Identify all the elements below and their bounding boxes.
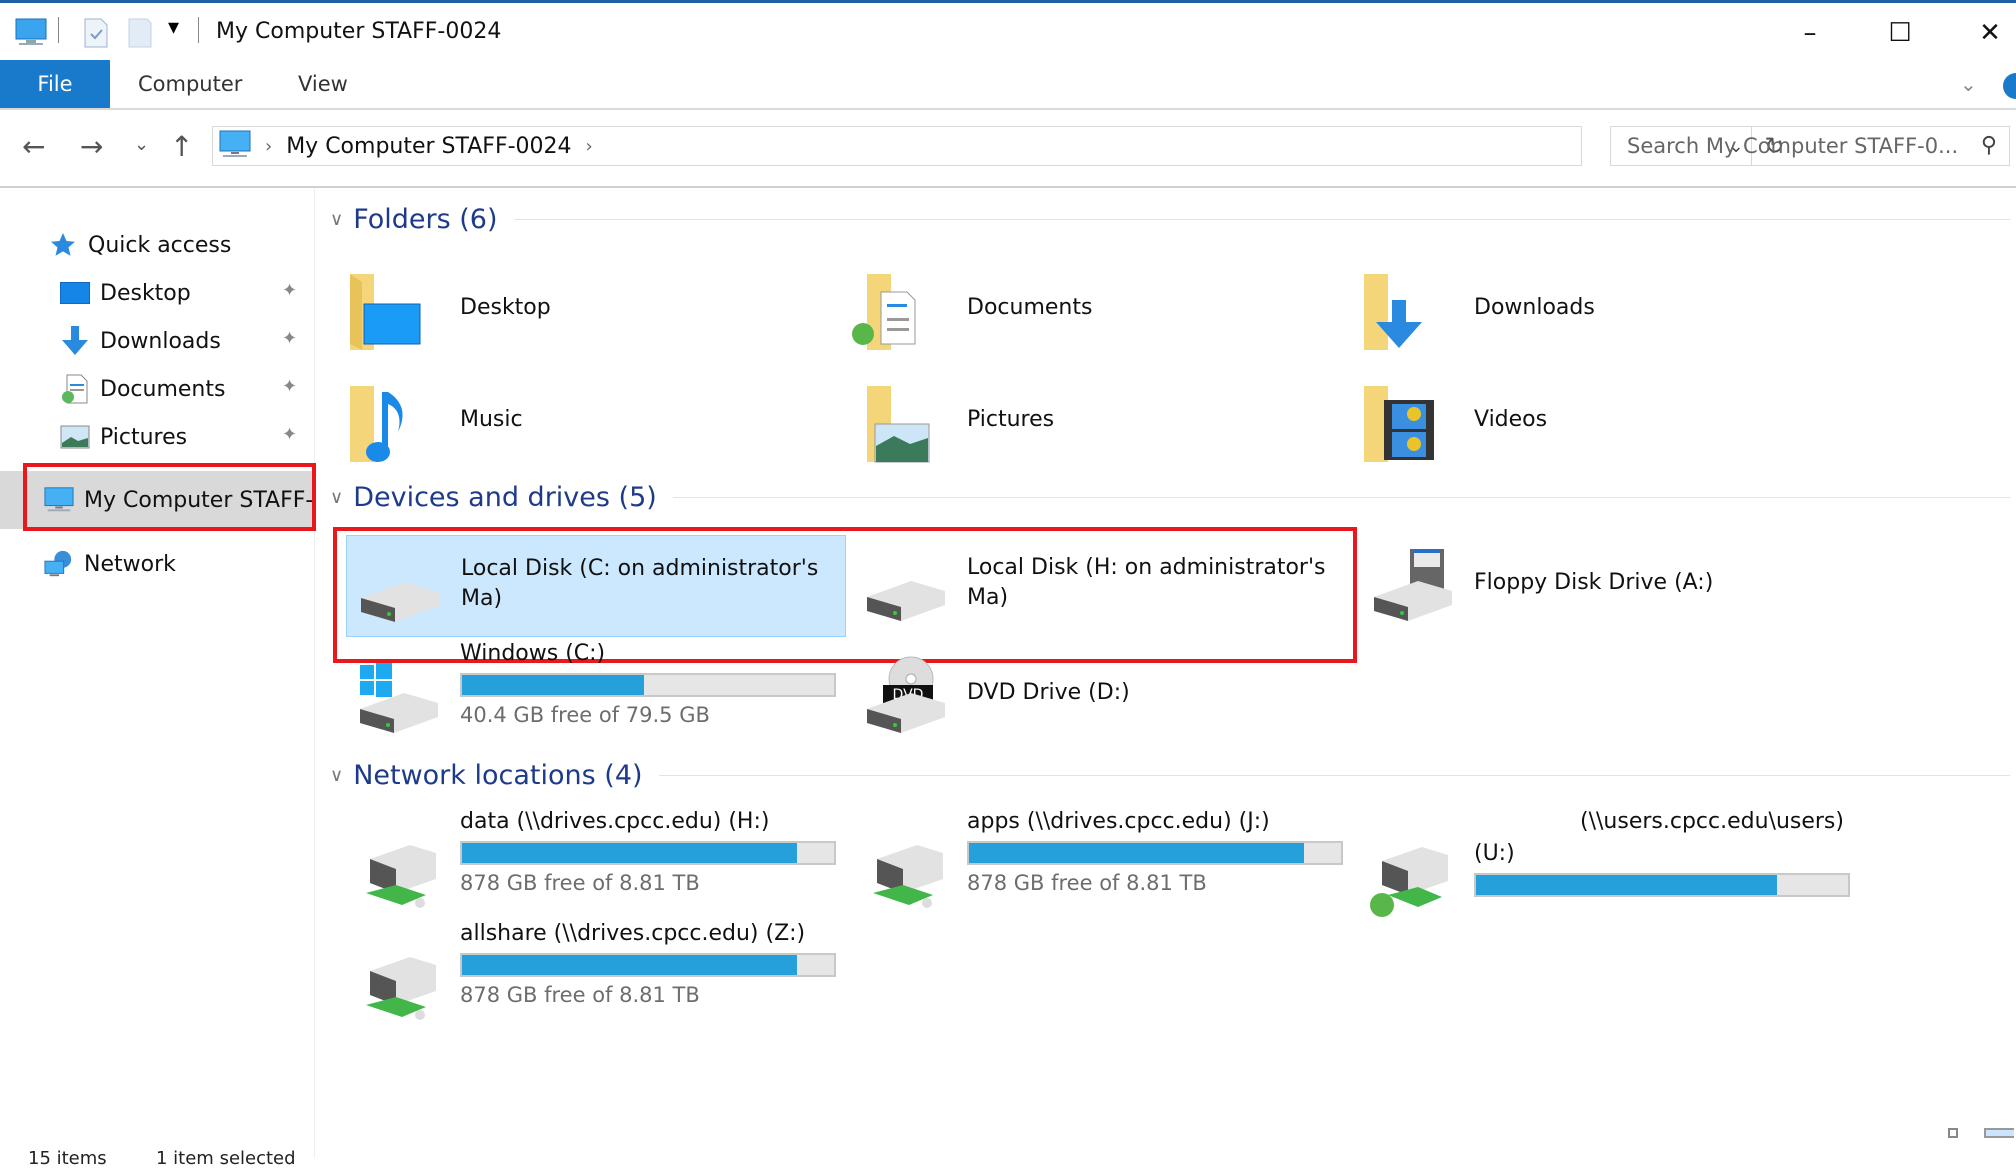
group-divider [658,775,2010,776]
sidebar-item-pictures[interactable]: Pictures [60,416,187,458]
drive-usage-bar [460,841,836,865]
forward-button[interactable]: → [80,130,103,163]
videos-folder-icon [1364,386,1434,462]
drive-usage-bar [460,953,836,977]
navigation-pane: Quick access Desktop ✦ Downloads ✦ Docum… [0,188,316,1158]
address-bar[interactable]: › My Computer STAFF-0024 › ⌄ ↻ [212,126,1785,166]
folder-pictures[interactable]: Pictures [823,372,1323,472]
drive-usage-fill [462,955,797,975]
star-icon [48,230,78,260]
drive-usage-fill [462,843,797,863]
pictures-icon [60,422,90,452]
selection-count: 1 item selected [156,1148,296,1169]
network-drive-icon [366,957,436,1020]
new-folder-icon[interactable] [126,17,154,53]
tab-file[interactable]: File [0,60,110,108]
recent-locations-button[interactable]: ⌄ [134,134,149,155]
breadcrumb-separator: › [265,135,273,157]
status-bar: 15 items 1 item selected [0,1128,2016,1169]
search-placeholder: Search My Computer STAFF-0... [1627,134,1959,158]
ribbon-tabs: File Computer View ⌄ [0,60,2016,110]
tab-view[interactable]: View [268,60,378,108]
pin-icon[interactable]: ✦ [282,424,297,445]
windows-drive-icon [360,663,438,733]
drive-usage-bar [460,673,836,697]
breadcrumb-separator[interactable]: › [586,136,593,157]
drive-usage-bar [967,841,1343,865]
group-divider [513,219,2010,220]
documents-folder-icon [852,274,916,350]
network-drive-icon [873,845,943,908]
back-button[interactable]: ← [22,130,45,163]
pin-icon[interactable]: ✦ [282,376,297,397]
toolbar-divider [58,17,59,43]
collapse-chevron-icon[interactable]: ∨ [330,209,343,230]
search-input[interactable]: Search My Computer STAFF-0... ⚲ [1610,126,2010,166]
drive-floppy-a[interactable]: Floppy Disk Drive (A:) [1360,535,1860,635]
downloads-folder-icon [1364,274,1422,350]
sidebar-item-network[interactable]: Network [44,543,176,585]
up-button[interactable]: ↑ [170,130,193,163]
drive-usage-fill [462,675,645,695]
sidebar-item-quick-access[interactable]: Quick access [48,224,231,266]
folder-videos[interactable]: Videos [1330,372,1830,472]
drive-windows-c[interactable]: Windows (C:) 40.4 GB free of 79.5 GB [346,641,846,745]
navigation-bar: ← → ⌄ ↑ › My Computer STAFF-0024 › ⌄ ↻ S… [0,112,2016,188]
network-drive-allshare-z[interactable]: allshare (\\drives.cpcc.edu) (Z:) 878 GB… [346,921,846,1025]
breadcrumb-item[interactable]: My Computer STAFF-0024 [286,134,571,159]
floppy-drive-icon [1374,549,1452,621]
drive-usage-fill [969,843,1304,863]
collapse-chevron-icon[interactable]: ∨ [330,765,343,786]
collapse-chevron-icon[interactable]: ∨ [330,487,343,508]
search-icon[interactable]: ⚲ [1981,133,1997,158]
group-header-network[interactable]: ∨ Network locations (4) [330,760,2010,791]
music-folder-icon [350,386,403,462]
drive-usage-bar [1474,873,1850,897]
computer-icon[interactable] [14,17,48,51]
folder-documents[interactable]: Documents [823,260,1323,360]
properties-icon[interactable] [82,17,110,53]
toolbar-divider [198,17,199,43]
folder-music[interactable]: Music [316,372,816,472]
minimize-button[interactable]: – [1780,13,1840,53]
computer-icon [219,129,251,163]
documents-icon [60,374,90,404]
details-view-button[interactable] [1948,1128,1958,1138]
folder-downloads[interactable]: Downloads [1330,260,1830,360]
network-icon [44,549,74,579]
group-divider [672,497,2010,498]
item-count: 15 items [28,1148,107,1169]
network-drive-users-u[interactable]: (\\users.cpcc.edu\users) (U:) [1360,809,1860,917]
sidebar-item-desktop[interactable]: Desktop [60,272,191,314]
drive-usage-fill [1476,875,1778,895]
maximize-button[interactable]: ☐ [1870,13,1930,53]
group-header-devices[interactable]: ∨ Devices and drives (5) [330,482,2010,513]
tab-computer[interactable]: Computer [108,60,272,108]
title-bar: ▾ My Computer STAFF-0024 – ☐ ✕ [0,3,2016,60]
customize-toolbar-icon[interactable]: ▾ [168,15,179,40]
group-header-folders[interactable]: ∨ Folders (6) [330,204,2010,235]
sidebar-item-downloads[interactable]: Downloads [60,320,221,362]
tiles-view-button[interactable] [1984,1128,2014,1138]
sidebar-item-documents[interactable]: Documents [60,368,225,410]
pin-icon[interactable]: ✦ [282,328,297,349]
expand-ribbon-icon[interactable]: ⌄ [1960,72,1977,96]
network-drive-apps-j[interactable]: apps (\\drives.cpcc.edu) (J:) 878 GB fre… [853,809,1353,913]
drive-dvd-d[interactable]: DVD DVD Drive (D:) [853,645,1353,745]
content-pane: ∨ Folders (6) Desktop Documents Download… [316,188,2016,1128]
downloads-icon [60,326,90,356]
network-drive-data-h[interactable]: data (\\drives.cpcc.edu) (H:) 878 GB fre… [346,809,846,913]
desktop-icon [60,278,90,308]
network-drive-sync-icon [1370,847,1448,917]
dvd-drive-icon: DVD [867,656,945,733]
folder-desktop[interactable]: Desktop [316,260,816,360]
help-icon[interactable] [2003,73,2016,99]
pictures-folder-icon [867,386,930,463]
pin-icon[interactable]: ✦ [282,280,297,301]
annotation-highlight-box [23,463,316,531]
desktop-folder-icon [350,274,421,350]
network-drive-icon [366,845,436,908]
window-title: My Computer STAFF-0024 [216,19,502,44]
close-button[interactable]: ✕ [1960,13,2016,53]
